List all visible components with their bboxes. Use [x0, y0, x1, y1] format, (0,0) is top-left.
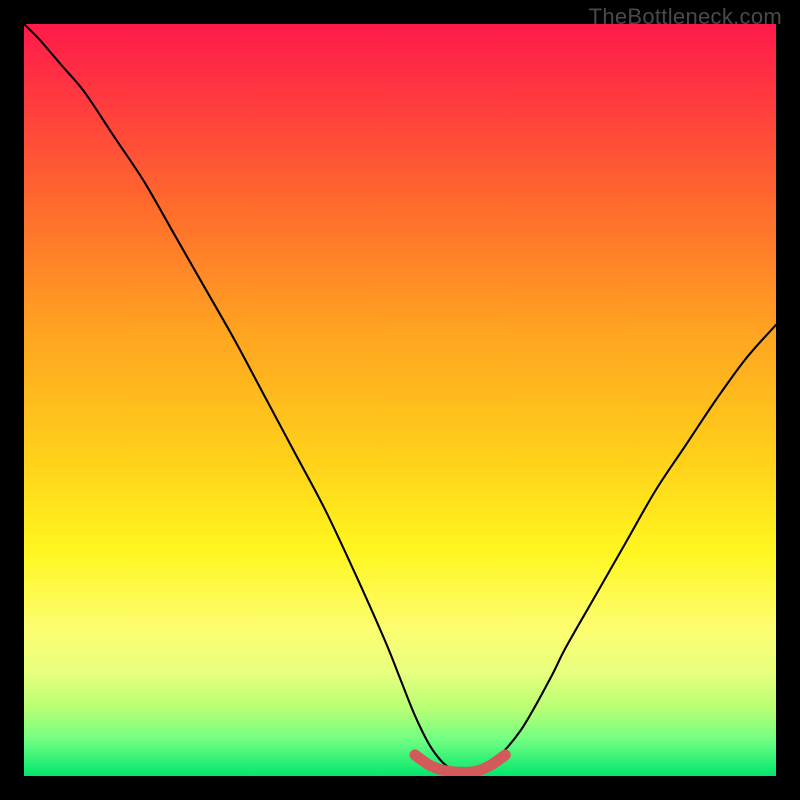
curve-overlay	[24, 24, 776, 776]
plot-area	[24, 24, 776, 776]
optimal-zone-highlight	[415, 755, 505, 772]
attribution-watermark: TheBottleneck.com	[589, 4, 782, 30]
bottleneck-curve	[24, 24, 776, 773]
